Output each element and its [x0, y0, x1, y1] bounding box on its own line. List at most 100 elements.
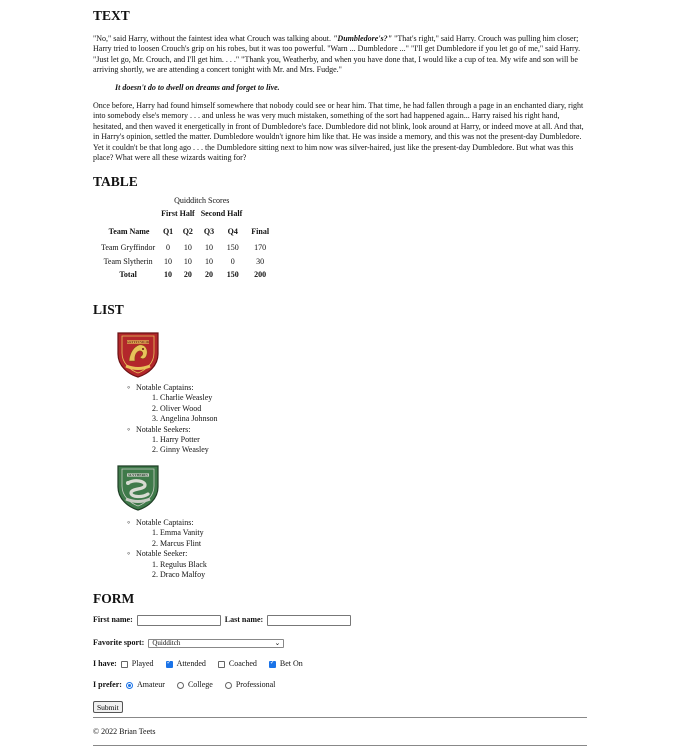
attended-option[interactable]: ✓ Attended	[165, 659, 206, 669]
table-cell: 10	[183, 256, 192, 266]
attended-checkbox[interactable]: ✓	[165, 660, 173, 668]
list-item-label: Notable Captains:	[136, 518, 194, 527]
form-heading: FORM	[93, 591, 135, 606]
bet-on-label: Bet On	[279, 659, 303, 668]
name-row: First name: Last name:	[93, 615, 352, 626]
prefer-label: I prefer:	[93, 680, 122, 689]
list-item: Ginny Weasley	[160, 445, 218, 455]
table-cell: 10	[183, 243, 192, 253]
list-item: Notable Captains: Emma Vanity Marcus Fli…	[125, 517, 207, 549]
quote: It doesn't do to dwell on dreams and for…	[115, 83, 280, 92]
table-heading: TABLE	[93, 174, 138, 189]
list-item: Charlie Weasley	[160, 393, 218, 403]
table-cell: 150	[226, 269, 239, 279]
captains-list: Emma Vanity Marcus Flint	[136, 528, 207, 549]
last-name-label: Last name:	[224, 615, 264, 625]
sport-select[interactable]: Quidditch ⌄	[148, 638, 285, 648]
text-paragraph-2: Once before, Harry had found himself som…	[93, 101, 584, 162]
college-radio[interactable]	[176, 681, 184, 689]
table-cell: 20	[183, 269, 192, 279]
table-group-header-row: First Half Second Half	[98, 209, 275, 226]
sport-selected-value: Quidditch	[152, 638, 181, 647]
text-heading: TEXT	[93, 8, 130, 23]
para1-a: "No," said Harry, without the faintest i…	[93, 34, 333, 43]
bet-on-checkbox[interactable]: ✓	[268, 660, 276, 668]
bet-on-option[interactable]: ✓ Bet On	[268, 659, 303, 669]
list-item: Notable Seekers: Harry Potter Ginny Weas…	[125, 424, 218, 456]
coached-label: Coached	[228, 659, 257, 668]
list-item: Angelina Johnson	[160, 414, 218, 424]
table-cell: 20	[204, 269, 213, 279]
gryffindor-crest-text: GRYFFINDOR	[127, 340, 150, 344]
list-item: Regulus Black	[160, 560, 207, 570]
table-cell: 150	[226, 243, 239, 253]
professional-option[interactable]: Professional	[224, 680, 276, 690]
table-cell: 200	[254, 269, 267, 279]
table-cell: 10	[164, 269, 173, 279]
gryffindor-list: Notable Captains: Charlie Weasley Oliver…	[125, 382, 218, 456]
have-row: I have: Played ✓ Attended Coached ✓ Bet On	[93, 659, 311, 669]
table-caption-row: Quidditch Scores	[98, 196, 275, 209]
table-total-row: Total 10 20 20 150 200	[98, 267, 275, 280]
attended-label: Attended	[176, 659, 206, 668]
slytherin-list: Notable Captains: Emma Vanity Marcus Fli…	[125, 517, 207, 581]
text-paragraph-1: "No," said Harry, without the faintest i…	[93, 34, 588, 76]
table-cell: 10	[164, 256, 173, 266]
col-q1: Q1	[162, 226, 174, 236]
slytherin-crest-image: SLYTHERIN	[115, 463, 161, 511]
footer-copyright: © 2022 Brian Teets	[93, 727, 156, 736]
coached-option[interactable]: Coached	[217, 659, 257, 669]
col-final: Final	[251, 226, 270, 236]
list-heading: LIST	[93, 302, 124, 317]
list-item: Emma Vanity	[160, 528, 207, 538]
table-cell: 10	[204, 243, 213, 253]
table-cell: 10	[204, 256, 213, 266]
gryffindor-crest-icon: GRYFFINDOR	[117, 332, 159, 378]
sport-label: Favorite sport:	[93, 638, 145, 647]
professional-label: Professional	[235, 680, 276, 689]
coached-checkbox[interactable]	[217, 660, 225, 668]
gryffindor-crest-image: GRYFFINDOR	[115, 330, 161, 378]
seekers-list: Regulus Black Draco Malfoy	[136, 560, 207, 581]
professional-radio[interactable]	[224, 681, 232, 689]
played-option[interactable]: Played	[120, 659, 154, 669]
sport-row: Favorite sport: Quidditch ⌄	[93, 638, 285, 648]
last-name-field[interactable]	[267, 615, 352, 626]
col-q4: Q4	[227, 226, 238, 236]
list-item: Notable Seeker: Regulus Black Draco Malf…	[125, 548, 207, 581]
footer-divider-bottom	[93, 745, 587, 746]
submit-button[interactable]: Submit	[93, 701, 123, 713]
list-item-label: Notable Seekers:	[136, 424, 191, 434]
scores-table: Quidditch Scores First Half Second Half …	[98, 196, 275, 280]
played-checkbox[interactable]	[120, 660, 128, 668]
played-label: Played	[131, 659, 154, 668]
table-cell: Team Gryffindor	[101, 243, 156, 253]
para1-b: "Dumbledore's?"	[332, 34, 393, 43]
have-label: I have:	[93, 659, 117, 668]
group-header-first-half: First Half	[161, 209, 195, 219]
slytherin-crest-icon: SLYTHERIN	[117, 465, 159, 511]
table-cell: Team Slytherin	[103, 256, 153, 266]
footer-divider-top	[93, 717, 587, 718]
table-cell: Total	[119, 269, 137, 279]
amateur-option[interactable]: Amateur	[125, 680, 165, 690]
table-row: Team Slytherin 10 10 10 0 30	[98, 254, 275, 267]
list-item-label: Notable Captains:	[136, 383, 194, 392]
chevron-down-icon: ⌄	[274, 638, 281, 647]
amateur-radio[interactable]	[125, 681, 133, 689]
seekers-list: Harry Potter Ginny Weasley	[136, 435, 218, 456]
first-name-field[interactable]	[136, 615, 221, 626]
group-header-second-half: Second Half	[200, 209, 243, 219]
table-header-row: Team Name Q1 Q2 Q3 Q4 Final	[98, 227, 275, 243]
col-q2: Q2	[182, 226, 193, 236]
list-item: Draco Malfoy	[160, 570, 207, 580]
list-item-label: Notable Seeker:	[136, 549, 188, 559]
table-cell: 0	[166, 243, 171, 253]
table-cell: 30	[256, 256, 265, 266]
col-team-name: Team Name	[108, 226, 150, 236]
slytherin-crest-text: SLYTHERIN	[128, 473, 148, 477]
college-option[interactable]: College	[176, 680, 213, 690]
table-row: Team Gryffindor 0 10 10 150 170	[98, 243, 275, 253]
list-item: Harry Potter	[160, 435, 218, 445]
list-item: Oliver Wood	[160, 404, 218, 414]
